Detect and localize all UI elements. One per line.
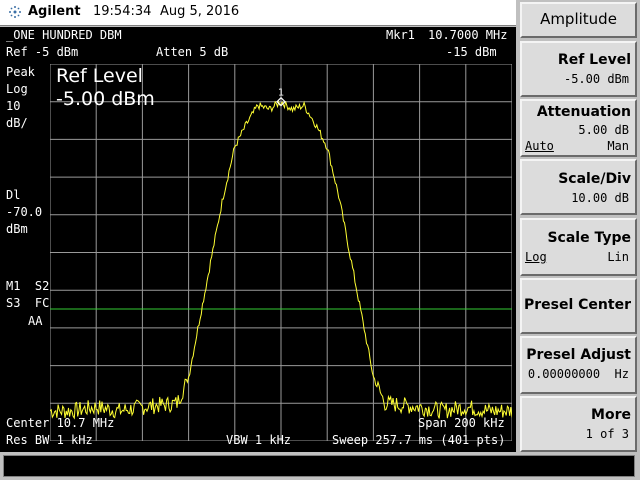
clock-time: 19:54:34: [93, 4, 152, 19]
resolution-bandwidth: Res BW 1 kHz: [6, 433, 93, 447]
active-function-value: -5.00 dBm: [56, 88, 155, 110]
brand-name: Agilent: [28, 4, 81, 19]
display-line-unit: dBm: [6, 222, 28, 236]
clock-date: Aug 5, 2016: [160, 4, 240, 19]
scale-type-lin-option: Lin: [607, 250, 629, 264]
status-bar: Agilent 19:54:34 Aug 5, 2016: [0, 0, 516, 26]
scale-type-log-option: Log: [525, 250, 547, 264]
scale-type-softkey[interactable]: Scale Type Log Lin: [520, 218, 637, 276]
scale-div-softkey-value: 10.00 dB: [571, 191, 629, 205]
marker-amplitude: -15 dBm: [446, 45, 497, 59]
scale-mode: Log: [6, 82, 28, 96]
message-bar: [3, 455, 635, 477]
more-softkey[interactable]: More 1 of 3: [520, 396, 637, 452]
attenuation-softkey-label: Attenuation: [536, 104, 631, 120]
more-softkey-value: 1 of 3: [585, 427, 629, 441]
presel-center-softkey[interactable]: Presel Center: [520, 278, 637, 334]
ref-level-softkey[interactable]: Ref Level -5.00 dBm: [520, 41, 637, 97]
scale-unit: dB/: [6, 116, 28, 130]
frequency-span: Span 200 kHz: [418, 416, 505, 430]
scale-type-softkey-label: Scale Type: [547, 230, 631, 246]
presel-adjust-softkey-value: 0.00000000 Hz: [527, 367, 629, 381]
attenuation-man-option: Man: [607, 139, 629, 153]
display-line-label: Dl: [6, 188, 21, 202]
menu-title: Amplitude: [520, 2, 637, 38]
ref-level-softkey-label: Ref Level: [557, 52, 631, 68]
attenuation-readout: Atten 5 dB: [156, 45, 229, 59]
spectrum-graticule: 1: [50, 64, 512, 441]
marker-label: Mkr1: [386, 28, 415, 42]
screen-title: _ONE HUNDRED DBM: [6, 28, 122, 42]
spectrum-display: _ONE HUNDRED DBM Mkr1 10.7000 MHz Ref -5…: [0, 27, 516, 452]
trace-status-1: M1 S2: [6, 279, 50, 293]
attenuation-softkey-value: 5.00 dB: [578, 123, 629, 137]
presel-adjust-softkey-label: Presel Adjust: [526, 347, 631, 363]
video-bandwidth: VBW 1 kHz: [226, 433, 292, 447]
scale-div-softkey-label: Scale/Div: [558, 171, 631, 187]
trace-status-3: AA: [28, 314, 43, 328]
more-softkey-label: More: [591, 407, 631, 423]
scale-value: 10: [6, 99, 21, 113]
trace-status-2: S3 FC: [6, 296, 50, 310]
scale-div-softkey[interactable]: Scale/Div 10.00 dB: [520, 159, 637, 215]
reference-level-readout: Ref -5 dBm: [6, 45, 79, 59]
display-line-value: -70.0: [6, 205, 43, 219]
sweep-time: Sweep 257.7 ms (401 pts): [332, 433, 506, 447]
marker-number: 1: [278, 88, 284, 99]
detector-mode: Peak: [6, 65, 35, 79]
attenuation-auto-option: Auto: [525, 139, 554, 153]
presel-center-softkey-label: Presel Center: [524, 297, 631, 313]
softkey-panel: Amplitude Ref Level -5.00 dBm Attenuatio…: [516, 0, 640, 452]
attenuation-softkey[interactable]: Attenuation 5.00 dB Auto Man: [520, 99, 637, 157]
analyzer-screen: Agilent 19:54:34 Aug 5, 2016 _ONE HUNDRE…: [0, 0, 640, 480]
agilent-logo-icon: [9, 6, 21, 18]
ref-level-softkey-value: -5.00 dBm: [563, 72, 629, 86]
presel-adjust-softkey[interactable]: Presel Adjust 0.00000000 Hz: [520, 336, 637, 394]
active-function-label: Ref Level: [56, 65, 143, 87]
center-frequency: Center 10.7 MHz: [6, 416, 115, 430]
marker-frequency: 10.7000 MHz: [428, 28, 508, 42]
active-function-box: Ref Level -5.00 dBm: [56, 65, 155, 111]
